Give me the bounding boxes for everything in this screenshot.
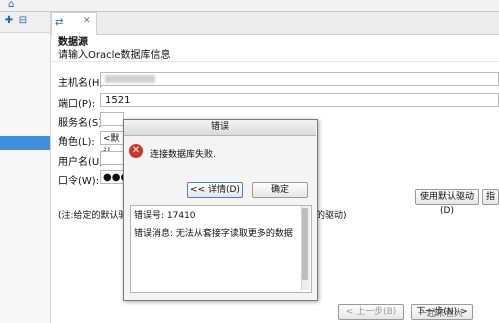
prev-button[interactable]: < 上一步(B) (338, 304, 404, 320)
driver-note-tail: 的驱动) (316, 211, 347, 221)
service-field[interactable] (100, 112, 124, 126)
redacted-value (105, 75, 155, 83)
tree-selected-item[interactable] (0, 136, 50, 150)
collapse-icon[interactable]: ⊟ (17, 15, 29, 27)
username-field[interactable] (100, 151, 124, 165)
database-connection-icon: ⇄ (55, 17, 64, 28)
add-icon[interactable]: ✚ (3, 15, 15, 27)
ok-button[interactable]: 确定 (252, 182, 308, 198)
port-label: 端口(P): (58, 99, 96, 110)
scrollbar-thumb[interactable] (302, 208, 308, 280)
home-icon[interactable]: ⌂ (8, 0, 18, 10)
specify-driver-button[interactable]: 指定 (482, 189, 499, 205)
details-button[interactable]: << 详情(D) (187, 182, 243, 198)
error-message: 连接数据库失败. (150, 150, 216, 160)
error-code-line: 错误号: 17410 (134, 211, 196, 221)
error-message-line: 错误消息: 无法从套接字读取更多的数据 (134, 229, 293, 239)
password-label: 口令(W): (58, 176, 100, 187)
header-divider (51, 61, 499, 62)
error-icon: ✕ (129, 144, 143, 158)
top-toolbar (0, 0, 499, 12)
role-label: 角色(L): (58, 137, 95, 148)
page-subtitle: 请输入Oracle数据库信息 (58, 50, 171, 61)
use-default-driver-button[interactable]: 使用默认驱动(D) (415, 189, 479, 216)
host-field[interactable] (100, 72, 499, 86)
port-field[interactable]: 1521 (100, 93, 499, 107)
service-label: 服务名(S): (58, 118, 106, 129)
watermark: 一起来看大 (418, 309, 464, 319)
navigator-panel (0, 12, 51, 323)
close-icon[interactable]: ✕ (83, 16, 91, 26)
tab-strip (51, 12, 499, 35)
dialog-title: 错误 (124, 120, 316, 136)
